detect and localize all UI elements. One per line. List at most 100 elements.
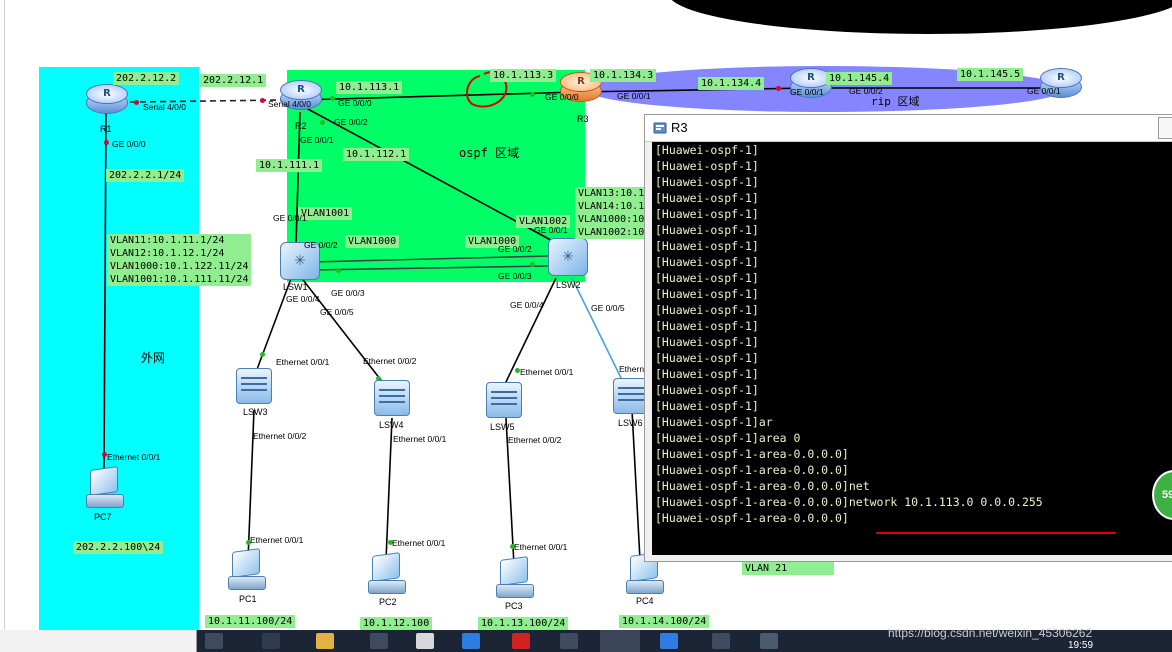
zone-label-ospf: ospf 区域 bbox=[459, 146, 520, 160]
terminal-line: [Huawei-ospf-1] bbox=[655, 223, 759, 237]
port-label: Ethernet 0/0/1 bbox=[514, 542, 568, 552]
ip-label: 10.1.113.1 bbox=[336, 81, 403, 94]
app-icon[interactable] bbox=[416, 633, 434, 649]
pc-pc1[interactable] bbox=[226, 548, 266, 592]
ip-label: 10.1.145.4 bbox=[826, 72, 893, 85]
terminal-line: [Huawei-ospf-1] bbox=[655, 175, 759, 189]
ip-label: 202.2.2.100\24 bbox=[73, 541, 164, 554]
port-label: Serial 4/0/0 bbox=[268, 99, 311, 109]
port-label: Ethernet 0/0/2 bbox=[508, 435, 562, 445]
switch-lsw3[interactable] bbox=[236, 368, 272, 404]
taskview-icon[interactable] bbox=[205, 633, 223, 649]
router-icon: R bbox=[280, 80, 322, 100]
link-dot bbox=[260, 98, 265, 103]
terminal-line: [Huawei-ospf-1] bbox=[655, 191, 759, 205]
lsw2-lsw6-link bbox=[571, 277, 625, 385]
port-label: GE 0/0/2 bbox=[849, 86, 883, 96]
device-label-lsw2: LSW2 bbox=[556, 280, 581, 290]
active-app-icon[interactable] bbox=[600, 630, 640, 652]
port-label: Ethernet 0/0/1 bbox=[250, 535, 304, 545]
lsw1-vlan-list: VLAN11:10.1.11.1/24 VLAN12:10.1.12.1/24 … bbox=[107, 234, 252, 286]
link-dot bbox=[260, 352, 265, 357]
app-icon[interactable] bbox=[760, 633, 778, 649]
port-label: Ethernet 0/0/1 bbox=[392, 538, 446, 548]
port-label: Ethernet 0/0/1 bbox=[520, 367, 574, 377]
terminal-line: [Huawei-ospf-1] bbox=[655, 335, 759, 349]
lsw1-lsw2-link-b bbox=[311, 265, 549, 271]
link-dot bbox=[776, 86, 781, 91]
terminal-lines: [Huawei-ospf-1] [Huawei-ospf-1] [Huawei-os… bbox=[652, 142, 1043, 526]
pc-pc2[interactable] bbox=[366, 552, 406, 596]
pc-pc3[interactable] bbox=[494, 556, 534, 600]
router-r1[interactable]: R bbox=[86, 84, 128, 114]
link-dot bbox=[104, 140, 109, 145]
red-underline-annotation bbox=[876, 532, 1116, 534]
terminal-line: [Huawei-ospf-1-area-0.0.0.0] bbox=[655, 447, 849, 461]
browser-icon[interactable] bbox=[462, 633, 480, 649]
terminal-line: [Huawei-ospf-1] bbox=[655, 239, 759, 253]
ip-label: 10.1.112.1 bbox=[343, 148, 410, 161]
vlan-entry: VLAN11:10.1.11.1/24 bbox=[107, 234, 252, 247]
ip-label: 10.1.14.100/24 bbox=[619, 615, 710, 628]
port-label: Ethern bbox=[619, 364, 645, 374]
switch-lsw2[interactable]: ✳ bbox=[548, 238, 588, 276]
port-label: Ethernet 0/0/2 bbox=[253, 431, 307, 441]
vlan-entry: VLAN14:10.1 bbox=[575, 200, 648, 213]
ip-label: 10.1.111.1 bbox=[256, 159, 323, 172]
link-vlan-label: VLAN1000 bbox=[345, 235, 400, 248]
app-icon[interactable] bbox=[262, 633, 280, 649]
terminal-output[interactable]: [Huawei-ospf-1] [Huawei-ospf-1] [Huawei-os… bbox=[652, 142, 1172, 555]
pc-pc7[interactable] bbox=[84, 466, 124, 510]
terminal-line: [Huawei-ospf-1-area-0.0.0.0] bbox=[655, 463, 849, 477]
link-dot bbox=[530, 92, 535, 97]
vlan-entry: VLAN1001:10.1.111.11/24 bbox=[107, 273, 252, 286]
link-dot bbox=[330, 96, 335, 101]
lsw1-lsw2-link-a bbox=[311, 255, 549, 263]
folder-icon[interactable] bbox=[316, 633, 334, 649]
vlan-entry: VLAN1002:10 bbox=[575, 226, 648, 239]
device-label-lsw5: LSW5 bbox=[490, 422, 515, 432]
r2-lsw1-link bbox=[295, 111, 301, 246]
terminal-line: [Huawei-ospf-1] bbox=[655, 207, 759, 221]
taskbar-search-box[interactable] bbox=[0, 630, 197, 652]
app-icon[interactable] bbox=[712, 633, 730, 649]
terminal-line: [Huawei-ospf-1] bbox=[655, 399, 759, 413]
terminal-line: [Huawei-ospf-1] bbox=[655, 143, 759, 157]
port-label: GE 0/0/4 bbox=[510, 300, 544, 310]
ip-label: 10.1.145.5 bbox=[957, 68, 1024, 81]
app-icon[interactable] bbox=[660, 633, 678, 649]
console-title-bar[interactable]: R3 bbox=[645, 115, 1172, 142]
terminal-line: [Huawei-ospf-1] bbox=[655, 367, 759, 381]
ip-label: 202.2.12.2 bbox=[113, 72, 180, 85]
terminal-line: [Huawei-ospf-1] bbox=[655, 303, 759, 317]
ip-label: 10.1.134.4 bbox=[698, 77, 765, 90]
app-icon[interactable] bbox=[370, 633, 388, 649]
device-label-pc2: PC2 bbox=[379, 597, 397, 607]
zone-label-external: 外网 bbox=[141, 351, 166, 365]
link-dot bbox=[134, 100, 139, 105]
port-label: Serial 4/0/0 bbox=[143, 102, 186, 112]
port-label: GE 0/0/0 bbox=[545, 92, 579, 102]
app-icon[interactable] bbox=[512, 633, 530, 649]
terminal-line: [Huawei-ospf-1] bbox=[655, 255, 759, 269]
link-dot bbox=[320, 120, 325, 125]
port-label: Ethernet 0/0/1 bbox=[393, 434, 447, 444]
zone-label-rip: rip 区域 bbox=[871, 95, 920, 108]
app-icon[interactable] bbox=[560, 633, 578, 649]
port-label: GE 0/0/1 bbox=[534, 225, 568, 235]
terminal-line: [Huawei-ospf-1] bbox=[655, 271, 759, 285]
device-label-r3: R3 bbox=[577, 114, 589, 124]
taskbar-clock: 19:59 bbox=[1068, 640, 1094, 651]
ip-label: 10.1.12.100 bbox=[360, 617, 433, 630]
terminal-line: [Huawei-ospf-1-area-0.0.0.0] bbox=[655, 511, 849, 525]
window-control-button[interactable] bbox=[1158, 117, 1172, 139]
ip-label: 10.1.11.100/24 bbox=[205, 615, 296, 628]
switch-lsw5[interactable] bbox=[486, 382, 522, 418]
console-window-r3[interactable]: R3 [Huawei-ospf-1] [Huawei-ospf-1] [Huawei… bbox=[644, 114, 1172, 562]
lsw2-vlan-list: VLAN13:10.1 VLAN14:10.1 VLAN1000:10 VLAN… bbox=[575, 187, 648, 239]
device-label-r2: R2 bbox=[295, 121, 307, 131]
port-label: GE 0/0/0 bbox=[338, 98, 372, 108]
vlan-entry: VLAN13:10.1 bbox=[575, 187, 648, 200]
ip-label: 10.1.134.3 bbox=[590, 69, 657, 82]
switch-lsw4[interactable] bbox=[374, 380, 410, 416]
